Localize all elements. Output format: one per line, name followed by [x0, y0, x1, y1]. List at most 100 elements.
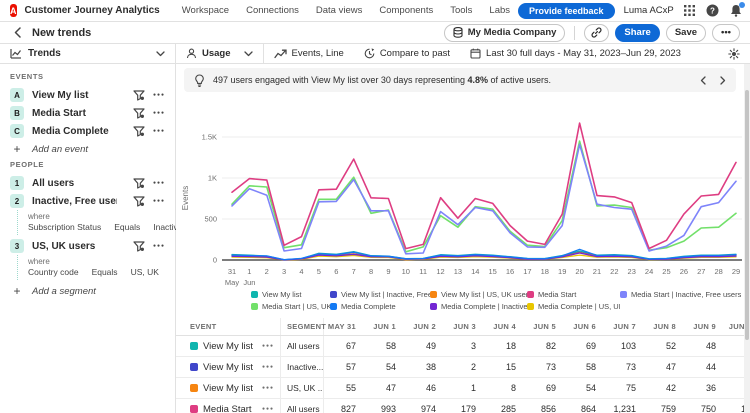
filter-funnel-icon[interactable]: [133, 196, 145, 207]
value-cell: 48: [684, 336, 724, 356]
trend-line-chart[interactable]: 05001K1.5KEvents311234567891011121314151…: [176, 94, 750, 290]
app-switcher-icon[interactable]: [683, 4, 697, 18]
legend-item-view-my-list-us-uk-users[interactable]: View My list | US, UK users: [430, 290, 527, 299]
date-column-header: JUN 4: [484, 318, 524, 335]
back-button[interactable]: [10, 26, 24, 40]
link-button[interactable]: [584, 24, 609, 42]
notifications-bell-icon[interactable]: [729, 4, 743, 18]
row-more-button[interactable]: ●●●: [262, 406, 274, 412]
segment-row-us-uk-users[interactable]: 3US, UK users●●●: [0, 237, 175, 255]
chart-settings-icon[interactable]: [728, 48, 750, 60]
date-range-button[interactable]: Last 30 full days - May 31, 2023–Jun 29,…: [460, 44, 691, 63]
legend-item-media-complete-us-uk-users[interactable]: Media Complete | US, UK users: [527, 302, 620, 311]
x-tick-label: 20: [575, 267, 583, 276]
legend-item-media-complete-inactive-fre[interactable]: Media Complete | Inactive, Fre...: [430, 302, 527, 311]
value-cell: 47: [644, 357, 684, 377]
compare-to-past-button[interactable]: Compare to past: [354, 44, 460, 63]
value-cell: 1: [444, 378, 484, 398]
row-more-button[interactable]: ●●●: [153, 128, 165, 134]
series-swatch: [190, 384, 198, 392]
series-line-media-start-inactive-free-users: [232, 144, 736, 253]
insight-text: 497 users engaged with View My list over…: [213, 75, 551, 85]
row-more-button[interactable]: ●●●: [153, 243, 165, 249]
nav-item-labs[interactable]: Labs: [489, 5, 510, 16]
chart-type-button[interactable]: Events, Line: [264, 44, 354, 63]
segment-name: Inactive...: [287, 362, 323, 372]
legend-item-media-complete[interactable]: Media Complete: [330, 302, 430, 311]
y-axis-label: Events: [181, 186, 190, 210]
next-insight-button[interactable]: [720, 76, 726, 85]
event-row-view-my-list[interactable]: AView My list●●●: [0, 86, 175, 104]
row-more-button[interactable]: ●●●: [262, 364, 274, 370]
legend-item-media-start-us-uk-users[interactable]: Media Start | US, UK users: [251, 302, 330, 311]
nav-item-workspace[interactable]: Workspace: [182, 5, 229, 16]
company-selector-button[interactable]: My Media Company: [444, 24, 566, 42]
value-cell: 82: [524, 336, 564, 356]
segment-row-inactive-free-users[interactable]: 2Inactive, Free users●●●: [0, 192, 175, 210]
value-cell: 57: [324, 357, 364, 377]
value-cell: 2: [444, 357, 484, 377]
legend-item-media-start-inactive-free-users[interactable]: Media Start | Inactive, Free users: [620, 290, 741, 299]
filter-funnel-icon[interactable]: [133, 241, 145, 252]
legend-swatch: [527, 291, 534, 298]
date-column-header: JUN 2: [404, 318, 444, 335]
insight-banner: 497 users engaged with View My list over…: [184, 68, 736, 92]
org-switcher[interactable]: Luma ACxP: [624, 5, 674, 16]
add-segment-button[interactable]: + Add a segment: [0, 282, 175, 300]
previous-insight-button[interactable]: [700, 76, 706, 85]
event-column-header: EVENT: [176, 318, 280, 335]
save-button[interactable]: Save: [666, 24, 706, 42]
provide-feedback-button[interactable]: Provide feedback: [518, 3, 615, 19]
primary-nav: Workspace Connections Data views Components…: [182, 5, 510, 16]
x-tick-label: 12: [436, 267, 444, 276]
row-more-button[interactable]: ●●●: [153, 198, 165, 204]
usage-selector[interactable]: Usage: [176, 44, 264, 63]
legend-swatch: [527, 303, 534, 310]
legend-label: Media Start | Inactive, Free users: [631, 290, 741, 299]
y-tick-label: 0: [213, 256, 217, 265]
legend-label: Media Complete | US, UK users: [538, 302, 620, 311]
row-more-button[interactable]: ●●●: [153, 110, 165, 116]
row-more-button[interactable]: ●●●: [153, 92, 165, 98]
nav-item-data-views[interactable]: Data views: [316, 5, 362, 16]
view-toolbar: Trends Usage Events, Line Compare to pas…: [0, 44, 750, 64]
segment-name: US, UK ...: [287, 383, 323, 393]
add-event-button[interactable]: + Add an event: [0, 140, 175, 158]
segment-row-all-users[interactable]: 1All users●●●: [0, 174, 175, 192]
value-cell: 3: [444, 336, 484, 356]
help-icon[interactable]: ?: [706, 4, 720, 18]
filter-funnel-icon[interactable]: [133, 178, 145, 189]
legend-item-media-start[interactable]: Media Start: [527, 290, 620, 299]
row-more-button[interactable]: ●●●: [262, 385, 274, 391]
nav-item-connections[interactable]: Connections: [246, 5, 299, 16]
x-tick-label: 27: [697, 267, 705, 276]
usage-person-icon: [186, 48, 197, 59]
adobe-logo[interactable]: A: [10, 4, 17, 17]
legend-item-view-my-list-inactive-free-us[interactable]: View My list | Inactive, Free us...: [330, 290, 430, 299]
event-row-media-complete[interactable]: CMedia Complete●●●: [0, 122, 175, 140]
x-tick-label: 19: [558, 267, 566, 276]
filter-funnel-icon[interactable]: [133, 108, 145, 119]
x-tick-label: 15: [489, 267, 497, 276]
filter-funnel-icon[interactable]: [133, 90, 145, 101]
left-rail: EVENTS AView My list●●●BMedia Start●●●CM…: [0, 64, 176, 413]
legend-label: View My list | US, UK users: [441, 290, 527, 299]
share-button[interactable]: Share: [615, 24, 659, 42]
legend-swatch: [430, 291, 437, 298]
event-name: View My list: [203, 341, 253, 352]
event-row-media-start[interactable]: BMedia Start●●●: [0, 104, 175, 122]
divider: [574, 26, 575, 40]
filter-funnel-icon[interactable]: [133, 126, 145, 137]
row-more-button[interactable]: ●●●: [153, 180, 165, 186]
where-value: US, UK: [131, 267, 159, 277]
scrollbar-thumb[interactable]: [745, 90, 749, 340]
where-operator: Equals: [92, 267, 118, 277]
row-more-button[interactable]: ●●●: [262, 343, 274, 349]
series-line-media-start-us-uk-users: [232, 141, 736, 252]
value-cell: 750: [684, 399, 724, 413]
nav-item-tools[interactable]: Tools: [450, 5, 472, 16]
legend-item-view-my-list[interactable]: View My list: [251, 290, 330, 299]
more-options-button[interactable]: •••: [712, 24, 740, 42]
nav-item-components[interactable]: Components: [379, 5, 433, 16]
panel-selector[interactable]: Trends: [0, 44, 176, 63]
